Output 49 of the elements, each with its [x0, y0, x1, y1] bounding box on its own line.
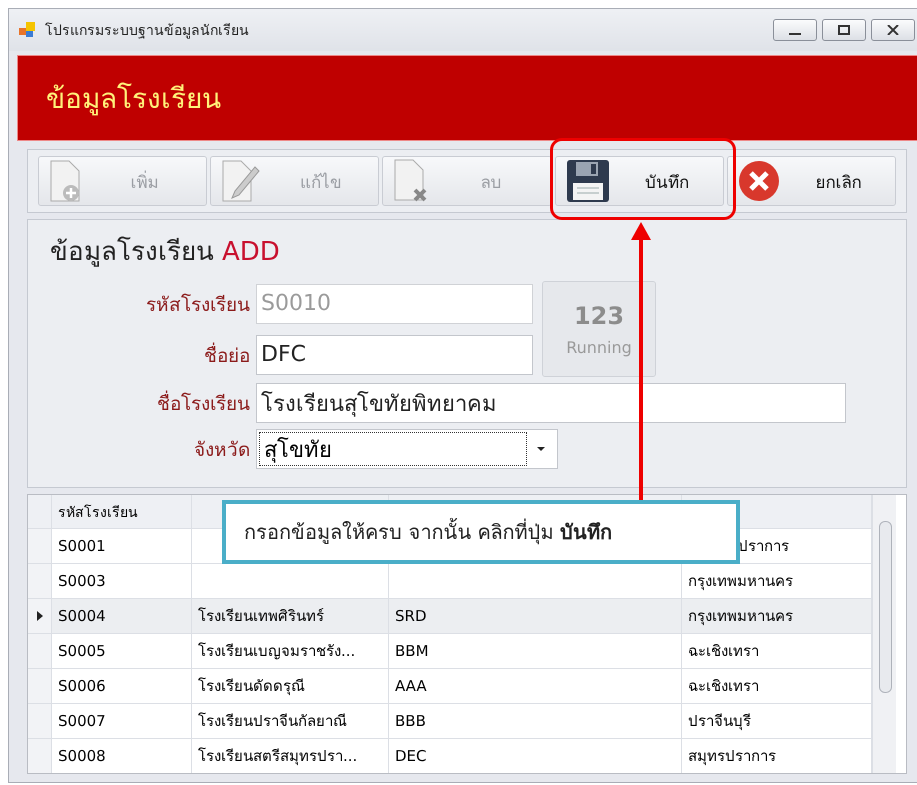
table-cell: โรงเรียนปราจีนกัลยาณี [192, 704, 389, 739]
table-cell: S0003 [52, 564, 192, 599]
caret-icon [537, 447, 545, 451]
table-cell: S0004 [52, 599, 192, 634]
input-field[interactable]: โรงเรียนสุโขทัยพิทยาคม [256, 383, 846, 423]
row-header[interactable] [28, 599, 52, 634]
header-title: ข้อมูลโรงเรียน [46, 81, 221, 118]
table-cell: S0006 [52, 669, 192, 704]
delete-document-icon [393, 158, 430, 204]
header-cell [28, 495, 52, 529]
close-icon [887, 25, 899, 35]
table-cell: กรุงเทพมหานคร [682, 564, 872, 599]
table-cell: AAA [389, 669, 682, 704]
field-label: ชื่อโรงเรียน [50, 388, 250, 418]
table-cell: S0007 [52, 704, 192, 739]
table-cell: BBB [389, 704, 682, 739]
table-cell: S0005 [52, 634, 192, 669]
cancel-button[interactable]: ยกเลิก [726, 156, 896, 206]
field-label: จังหวัด [193, 438, 250, 463]
maximize-button[interactable] [822, 19, 866, 41]
table-cell: กรุงเทพมหานคร [682, 599, 872, 634]
maximize-icon [838, 25, 850, 35]
instruction-text: กรอกข้อมูลให้ครบ จากนั้น คลิกที่ปุ่ม บันทึก [244, 516, 612, 548]
minimize-button[interactable] [773, 19, 817, 41]
table-cell: ฉะเชิงเทรา [682, 634, 872, 669]
table-cell: โรงเรียนเทพศิรินทร์ [192, 599, 389, 634]
current-row-icon [36, 611, 42, 621]
close-button[interactable] [871, 19, 915, 41]
form-title: ข้อมูลโรงเรียน ADD [50, 236, 281, 269]
app-icon [19, 22, 37, 38]
minimize-icon [789, 33, 801, 35]
field-label: รหัสโรงเรียน [145, 292, 250, 318]
scrollbar[interactable] [872, 495, 896, 773]
field-label: ชื่อย่อ [203, 342, 250, 368]
table-cell: BBM [389, 634, 682, 669]
save-button[interactable]: บันทึก [554, 156, 724, 206]
province-dropdown[interactable]: สุโขทัย [256, 429, 558, 469]
edit-document-icon [221, 159, 262, 203]
column-header[interactable]: รหัสโรงเรียน [52, 495, 192, 529]
cancel-icon [738, 160, 780, 202]
add-document-icon [49, 159, 81, 203]
table-cell: โรงเรียนเบญจมราชรัง... [192, 634, 389, 669]
window-title: โปรแกรมระบบฐานข้อมูลนักเรียน [45, 22, 250, 41]
table-cell: S0001 [52, 529, 192, 564]
table-cell: SRD [389, 599, 682, 634]
table-cell: ฉะเชิงเทรา [682, 669, 872, 704]
table-cell: ปราจีนบุรี [682, 704, 872, 739]
table-cell: โรงเรียนดัดดรุณี [192, 669, 389, 704]
input-field[interactable]: DFC [256, 334, 533, 374]
